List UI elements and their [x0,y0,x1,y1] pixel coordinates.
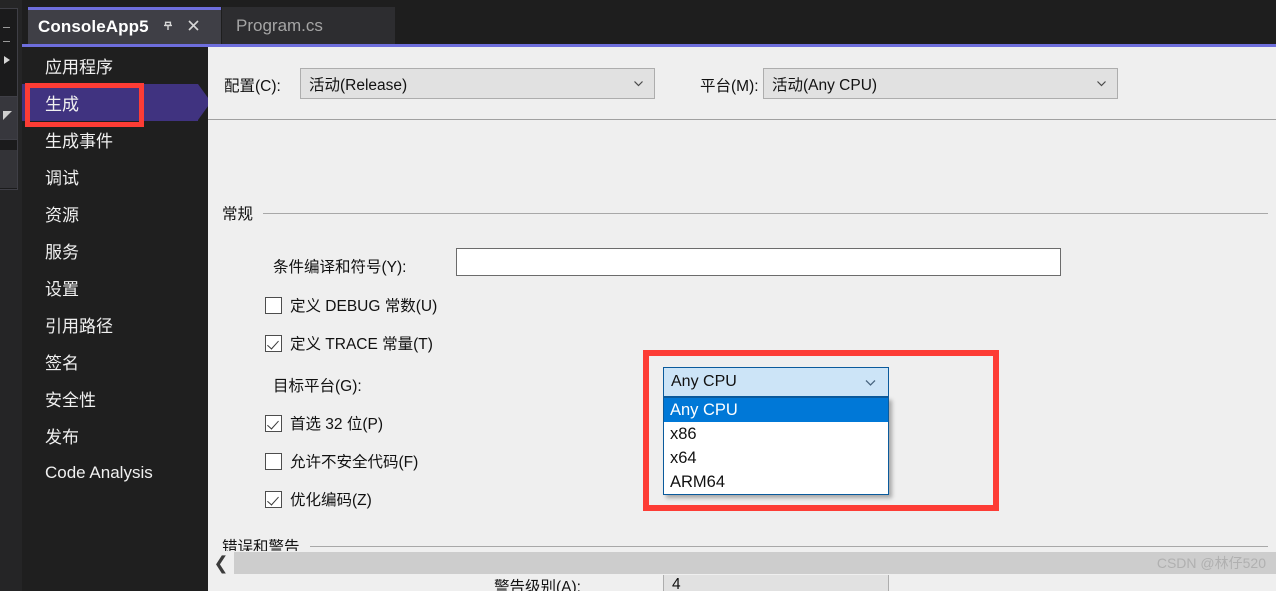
dropdown-option-x86[interactable]: x86 [664,422,888,446]
dropdown-option-label: Any CPU [670,400,738,419]
tab-title: ConsoleApp5 [38,17,149,36]
chevron-down-icon [1096,78,1107,89]
warning-level-value: 4 [672,576,681,591]
target-platform-combobox[interactable]: Any CPU [663,367,889,397]
dropdown-option-label: x86 [670,424,697,443]
allow-unsafe-code-checkbox[interactable]: 允许不安全代码(F) [265,450,418,472]
checkbox-box [265,490,282,508]
checkbox-label: 允许不安全代码(F) [290,454,419,471]
sidebar-item-label: 生成事件 [45,132,113,151]
sidebar-item-build[interactable]: 生成 [22,84,211,121]
left-dock-block[interactable] [0,150,17,188]
general-group-title: 常规 [222,206,254,223]
warning-level-label: 警告级别(A): [494,579,581,591]
panel-line-icon [3,41,10,42]
checkbox-label: 定义 DEBUG 常数(U) [290,298,438,315]
sidebar-item-label: 资源 [45,206,79,225]
sidebar-item-resources[interactable]: 资源 [22,195,208,232]
sidebar-item-label: 生成 [45,95,79,114]
dropdown-option-label: x64 [670,448,697,467]
sidebar-item-reference-paths[interactable]: 引用路径 [22,306,208,343]
general-group-header: 常规 [222,202,1268,224]
close-icon[interactable] [186,18,201,36]
dropdown-option-arm64[interactable]: ARM64 [664,470,888,494]
group-divider [309,545,1268,547]
target-platform-dropdown-list[interactable]: Any CPU x86 x64 ARM64 [663,397,889,495]
checkbox-box [265,414,282,432]
build-properties-pane: 配置(C): 活动(Release) 平台(M): 活动(Any CPU) 常规… [208,44,1276,591]
watermark: CSDN @林仔520 [1156,555,1266,571]
play-triangle-icon [4,56,10,64]
conditional-symbols-input[interactable] [456,248,1061,276]
chevron-left-icon[interactable]: ❮ [208,551,234,575]
horizontal-scrollbar[interactable]: ❮ [208,551,1276,575]
tab-title: Program.cs [236,15,323,35]
dropdown-option-any-cpu[interactable]: Any CPU [664,398,888,422]
configuration-label: 配置(C): [224,78,281,95]
sidebar-item-label: 签名 [45,354,79,373]
checkbox-label: 优化编码(Z) [290,492,372,509]
define-trace-checkbox[interactable]: 定义 TRACE 常量(T) [265,332,433,354]
dropdown-option-x64[interactable]: x64 [664,446,888,470]
tab-bar: ConsoleApp5 Program.cs [22,0,1276,44]
pin-icon[interactable] [161,19,175,36]
chevron-down-icon [633,78,644,89]
panel-line-icon [3,27,10,28]
sidebar-item-label: 调试 [45,169,79,188]
left-dock-selected-item[interactable] [0,96,17,140]
sidebar-item-label: 引用路径 [45,317,113,336]
config-separator [208,119,1276,120]
sidebar-item-debug[interactable]: 调试 [22,158,208,195]
sidebar-item-security[interactable]: 安全性 [22,380,208,417]
left-dock-strip [0,0,22,591]
checkbox-label: 首选 32 位(P) [290,416,384,433]
properties-nav-sidebar: 应用程序 生成 生成事件 调试 资源 服务 设置 引用路径 签名 安全性 发布 … [22,44,211,591]
target-platform-label: 目标平台(G): [273,378,362,395]
sidebar-item-services[interactable]: 服务 [22,232,208,269]
define-debug-checkbox[interactable]: 定义 DEBUG 常数(U) [265,294,437,316]
tab-program-cs[interactable]: Program.cs [222,7,395,44]
sidebar-item-application[interactable]: 应用程序 [22,47,208,84]
checkbox-box [265,296,282,314]
checkbox-label: 定义 TRACE 常量(T) [290,336,433,353]
sidebar-item-signing[interactable]: 签名 [22,343,208,380]
configuration-combobox[interactable]: 活动(Release) [300,68,655,99]
platform-combobox[interactable]: 活动(Any CPU) [763,68,1118,99]
chevron-down-icon [864,376,877,389]
sidebar-item-label: 服务 [45,243,79,262]
sidebar-item-publish[interactable]: 发布 [22,417,208,454]
platform-value: 活动(Any CPU) [772,76,878,94]
sidebar-item-label: 发布 [45,428,79,447]
configuration-value: 活动(Release) [309,76,408,94]
corner-triangle-icon [3,111,12,120]
checkbox-box [265,334,282,352]
optimize-code-checkbox[interactable]: 优化编码(Z) [265,488,372,510]
target-platform-value: Any CPU [671,373,737,390]
sidebar-item-build-events[interactable]: 生成事件 [22,121,208,158]
sidebar-item-label: 设置 [45,280,79,299]
prefer-32bit-checkbox[interactable]: 首选 32 位(P) [265,412,383,434]
scrollbar-thumb[interactable] [234,552,1276,574]
conditional-symbols-label: 条件编译和符号(Y): [273,259,407,276]
platform-label: 平台(M): [700,78,759,95]
sidebar-item-label: Code Analysis [45,462,153,482]
sidebar-item-code-analysis[interactable]: Code Analysis [22,454,208,491]
sidebar-item-settings[interactable]: 设置 [22,269,208,306]
configuration-row: 配置(C): 活动(Release) 平台(M): 活动(Any CPU) [208,60,1276,105]
tab-consoleapp5[interactable]: ConsoleApp5 [28,7,221,44]
sidebar-item-label: 应用程序 [45,58,113,77]
checkbox-box [265,452,282,470]
sidebar-item-label: 安全性 [45,391,96,410]
group-divider [263,212,1268,214]
dropdown-option-label: ARM64 [670,472,726,491]
